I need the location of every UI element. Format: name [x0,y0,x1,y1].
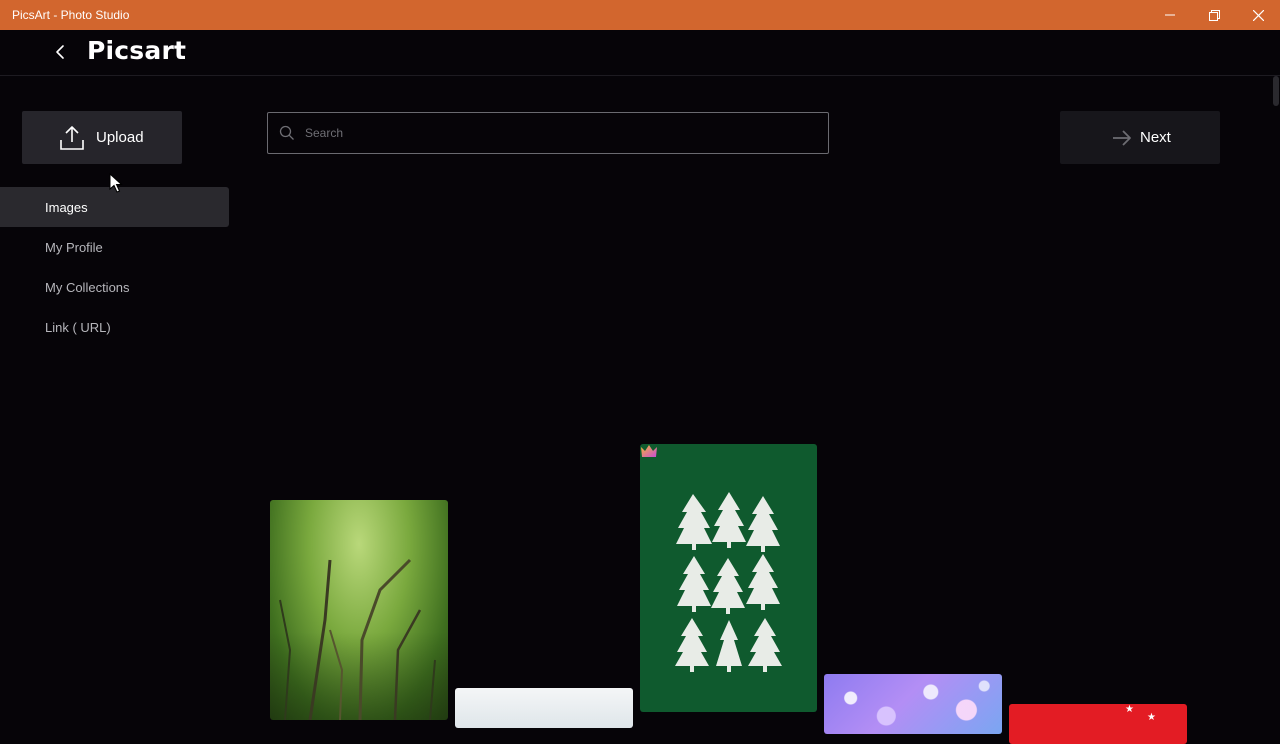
upload-button[interactable]: Upload [22,111,182,164]
search-box [267,112,829,154]
app-header: Picsart [0,30,1280,76]
next-button[interactable]: Next [1060,111,1220,164]
window-controls [1148,0,1280,30]
scrollbar-thumb[interactable] [1273,76,1279,106]
forest-trunks [279,558,436,720]
window-title: PicsArt - Photo Studio [12,8,130,22]
close-button[interactable] [1236,0,1280,30]
sidebar-nav: Images My Profile My Collections Link ( … [0,187,229,347]
snowy-landscape-image[interactable] [455,688,633,728]
sidebar-item-images[interactable]: Images [0,187,229,227]
minimize-icon [1165,14,1175,16]
restore-button[interactable] [1192,0,1236,30]
sidebar-item-link-url[interactable]: Link ( URL) [0,307,229,347]
forest-image[interactable] [270,500,448,720]
arrow-right-icon [1113,129,1131,146]
paper-christmas-trees-image[interactable] [640,444,817,712]
back-button[interactable] [48,40,72,64]
upload-label: Upload [96,129,144,146]
chevron-left-icon [56,45,64,59]
close-icon [1252,9,1264,21]
red-stars-image[interactable]: ★ ★ [1009,704,1187,744]
scrollbar[interactable] [1272,76,1280,716]
sidebar-item-my-profile[interactable]: My Profile [0,227,229,267]
premium-crown-icon [641,445,657,457]
restore-icon [1208,9,1220,21]
sidebar-item-my-collections[interactable]: My Collections [0,267,229,307]
picsart-logo[interactable]: Picsart [87,36,186,65]
search-icon [279,125,295,141]
minimize-button[interactable] [1148,0,1192,30]
upload-icon [60,125,84,150]
star-icon: ★ [1147,712,1156,723]
star-icon: ★ [1125,704,1134,715]
purple-bokeh-image[interactable] [824,674,1002,734]
window-titlebar: PicsArt - Photo Studio [0,0,1280,30]
search-input[interactable] [303,125,828,141]
next-label: Next [1140,129,1171,146]
paper-trees-art [675,492,782,672]
